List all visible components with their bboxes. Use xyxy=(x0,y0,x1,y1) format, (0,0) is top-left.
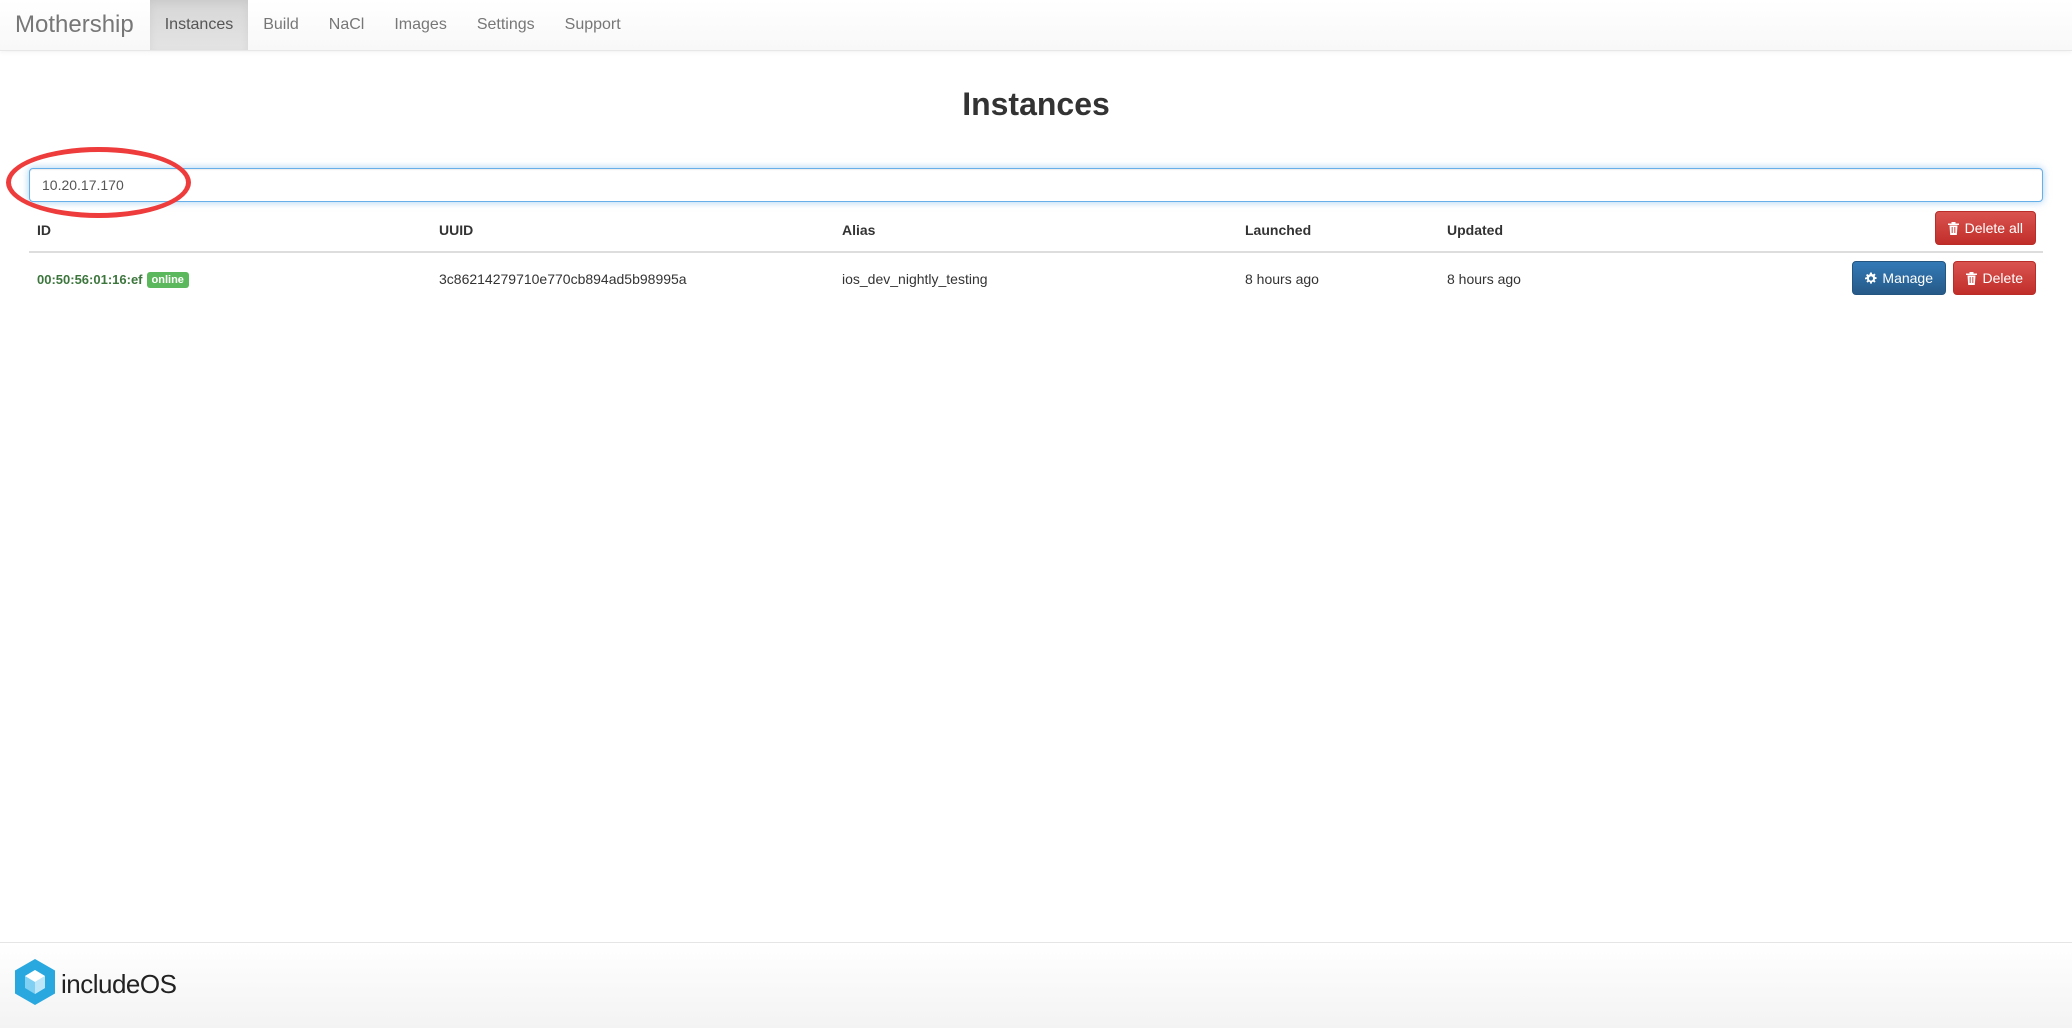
delete-label: Delete xyxy=(1982,270,2023,286)
gear-icon xyxy=(1865,271,1877,285)
status-badge: online xyxy=(146,272,189,288)
updated-cell: 8 hours ago xyxy=(1447,271,1521,287)
delete-all-button[interactable]: Delete all xyxy=(1934,211,2036,245)
manage-button[interactable]: Manage xyxy=(1852,261,1946,295)
nav-item-settings[interactable]: Settings xyxy=(462,0,550,50)
logo-text: includeOS xyxy=(61,969,177,999)
uuid-cell: 3c86214279710e770cb894ad5b98995a xyxy=(439,271,687,287)
nav-menu: Instances Build NaCl Images Settings Sup… xyxy=(149,0,636,50)
page-title: Instances xyxy=(962,86,1110,122)
column-header-id: ID xyxy=(37,222,51,238)
alias-cell: ios_dev_nightly_testing xyxy=(842,271,988,287)
cube-icon xyxy=(13,957,57,1012)
column-header-uuid: UUID xyxy=(439,222,474,238)
nav-item-support[interactable]: Support xyxy=(550,0,636,50)
includeos-logo: includeOS xyxy=(13,957,177,1012)
delete-button[interactable]: Delete xyxy=(1952,261,2036,295)
launched-cell: 8 hours ago xyxy=(1245,271,1319,287)
nav-item-images[interactable]: Images xyxy=(379,0,461,50)
brand-link[interactable]: Mothership xyxy=(0,0,150,50)
footer: includeOS xyxy=(0,942,2072,1028)
navbar: Mothership Instances Build NaCl Images S… xyxy=(0,0,2072,51)
trash-icon xyxy=(1966,271,1978,285)
nav-item-instances[interactable]: Instances xyxy=(149,0,249,50)
manage-label: Manage xyxy=(1882,270,1933,286)
search-input[interactable] xyxy=(29,168,2043,202)
column-header-launched: Launched xyxy=(1245,222,1312,238)
instance-id-cell: 00:50:56:01:16:ef online xyxy=(37,271,189,288)
trash-icon xyxy=(1948,221,1960,235)
delete-all-label: Delete all xyxy=(1964,220,2023,236)
column-header-alias: Alias xyxy=(842,222,876,238)
column-header-updated: Updated xyxy=(1447,222,1503,238)
table-header: ID UUID Alias Launched Updated Delete al… xyxy=(29,205,2043,253)
nav-item-nacl[interactable]: NaCl xyxy=(314,0,380,50)
instance-id-link[interactable]: 00:50:56:01:16:ef xyxy=(37,272,143,287)
table-row: 00:50:56:01:16:ef online 3c86214279710e77… xyxy=(29,253,2043,305)
nav-item-build[interactable]: Build xyxy=(248,0,314,50)
